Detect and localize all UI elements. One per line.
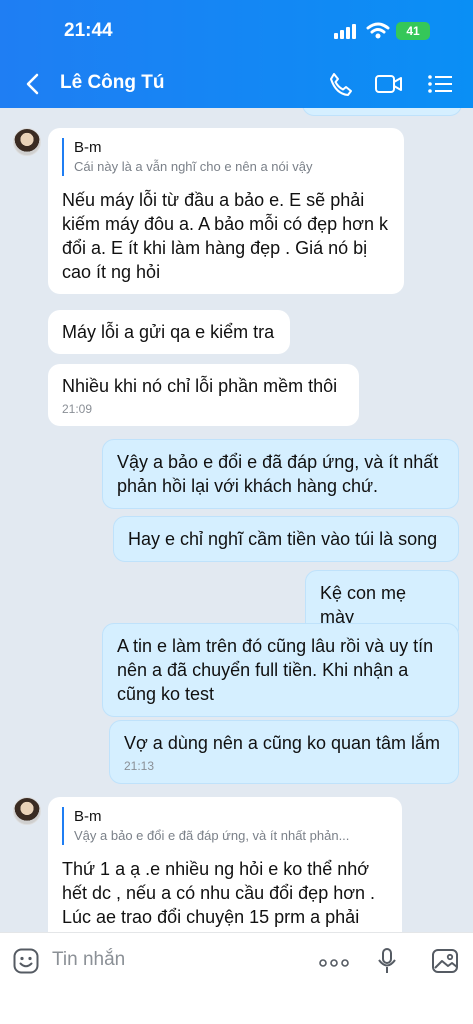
message-bubble-incoming[interactable]: Máy lỗi a gửi qa e kiểm tra <box>48 310 290 354</box>
image-gallery-icon[interactable] <box>430 947 460 975</box>
avatar[interactable] <box>13 797 41 825</box>
message-input-bar: Tin nhắn <box>0 932 473 1024</box>
message-text: A tin e làm trên đó cũng lâu rồi và uy t… <box>117 636 434 704</box>
contact-name[interactable]: Lê Công Tú <box>60 72 164 94</box>
video-call-icon[interactable] <box>374 70 404 98</box>
partial-message-bubble <box>302 108 462 116</box>
message-text: Kệ con mẹ mày <box>320 583 407 627</box>
message-bubble-incoming[interactable]: Nhiều khi nó chỉ lỗi phần mềm thôi 21:09 <box>48 364 359 426</box>
avatar[interactable] <box>13 128 41 156</box>
phone-call-icon[interactable] <box>326 70 356 98</box>
message-text: Hay e chỉ nghĩ cầm tiền vào túi là song <box>128 529 438 549</box>
message-list[interactable]: B-m Cái này là a vẫn nghĩ cho e nên a nó… <box>0 108 473 932</box>
quote-text: Cái này là a vẫn nghĩ cho e nên a nói vậ… <box>74 159 313 174</box>
microphone-icon[interactable] <box>376 947 398 977</box>
message-text: Thứ 1 a ạ .e nhiều ng hỏi e ko thể nhớ h… <box>62 859 376 927</box>
quote-sender: B-m <box>74 139 102 156</box>
more-options-icon[interactable] <box>318 957 350 969</box>
message-bubble-outgoing[interactable]: A tin e làm trên đó cũng lâu rồi và uy t… <box>102 623 459 717</box>
emoji-sticker-icon[interactable] <box>12 947 40 975</box>
message-time: 21:09 <box>62 402 93 416</box>
message-bubble-incoming[interactable]: B-m Cái này là a vẫn nghĩ cho e nên a nó… <box>48 128 404 294</box>
message-text: Nếu máy lỗi từ đầu a bảo e. E sẽ phải ki… <box>62 190 388 282</box>
message-text: Máy lỗi a gửi qa e kiểm tra <box>62 322 275 342</box>
back-icon[interactable] <box>22 70 44 98</box>
menu-list-icon[interactable] <box>426 70 456 98</box>
message-text: Nhiều khi nó chỉ lỗi phần mềm thôi <box>62 376 338 396</box>
battery-level: 41 <box>406 24 420 38</box>
quoted-message[interactable]: B-m Vậy a bảo e đổi e đã đáp ứng, và ít … <box>62 807 388 845</box>
quoted-message[interactable]: B-m Cái này là a vẫn nghĩ cho e nên a nó… <box>62 138 390 176</box>
message-bubble-incoming[interactable]: B-m Vậy a bảo e đổi e đã đáp ứng, và ít … <box>48 797 402 932</box>
quote-sender: B-m <box>74 808 102 825</box>
status-time: 21:44 <box>64 20 113 41</box>
message-text: Vợ a dùng nên a cũng ko quan tâm lắm <box>124 733 441 753</box>
message-text: Vậy a bảo e đổi e đã đáp ứng, và ít nhất… <box>117 452 439 496</box>
message-bubble-outgoing[interactable]: Hay e chỉ nghĩ cầm tiền vào túi là song <box>113 516 459 562</box>
quote-text: Vậy a bảo e đổi e đã đáp ứng, và ít nhất… <box>74 828 350 843</box>
message-time: 21:13 <box>124 759 155 773</box>
message-input[interactable]: Tin nhắn <box>52 949 125 971</box>
wifi-icon <box>366 22 390 39</box>
message-bubble-outgoing[interactable]: Vợ a dùng nên a cũng ko quan tâm lắm 21:… <box>109 720 459 784</box>
message-bubble-outgoing[interactable]: Vậy a bảo e đổi e đã đáp ứng, và ít nhất… <box>102 439 459 509</box>
chat-header: 21:44 41 Lê Công Tú <box>0 0 473 108</box>
battery-indicator: 41 <box>396 22 430 40</box>
cellular-signal-icon <box>334 24 356 39</box>
